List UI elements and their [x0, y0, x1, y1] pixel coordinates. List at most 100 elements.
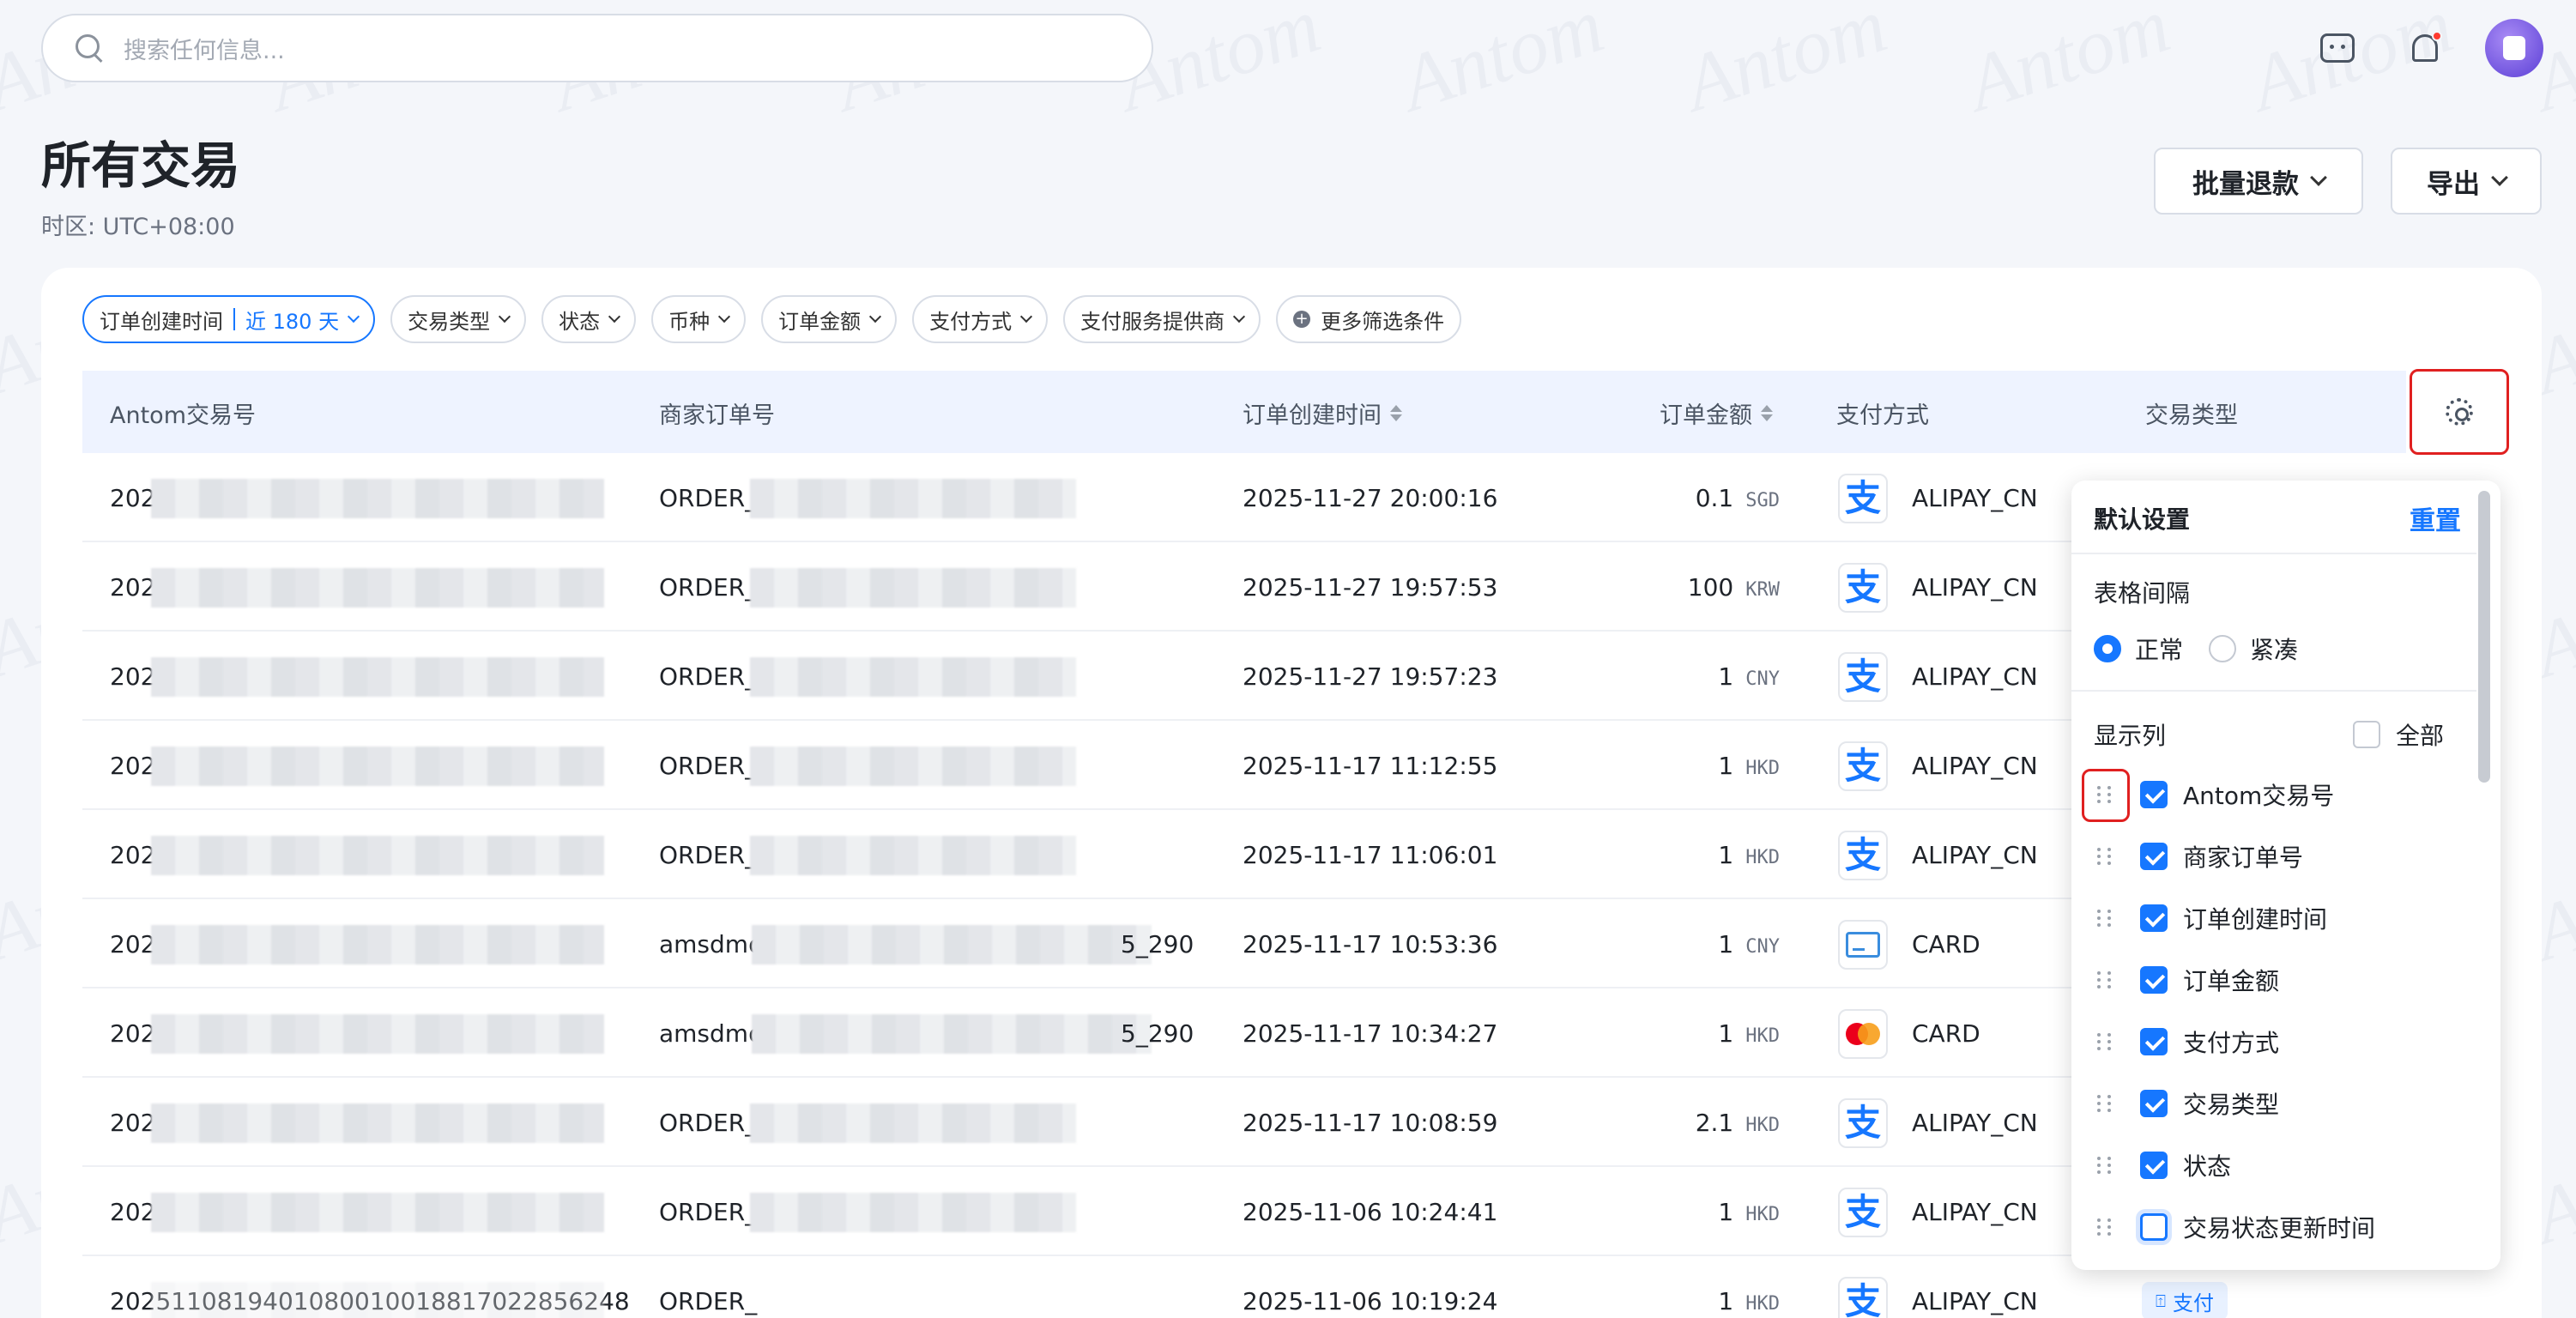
merchant-order-cell: ORDER_: [659, 573, 758, 602]
table-row[interactable]: 2025110819401080010018817022856248 ORDER_…: [82, 1256, 2406, 1318]
select-all-checkbox[interactable]: 全部: [2353, 717, 2444, 752]
column-toggle-item[interactable]: Antom交易号: [2083, 769, 2461, 820]
redacted-block: [151, 925, 604, 964]
column-header-created[interactable]: 订单创建时间: [1243, 396, 1402, 430]
more-filters-button[interactable]: + 更多筛选条件: [1276, 295, 1462, 343]
spacing-option-normal[interactable]: 正常: [2094, 632, 2183, 666]
reset-button[interactable]: 重置: [2410, 499, 2461, 537]
payment-method-cell: CARD: [1912, 1019, 1980, 1048]
payment-method-cell: ALIPAY_CN: [1912, 752, 2038, 780]
column-toggle-item[interactable]: 支付方式: [2083, 1016, 2461, 1067]
checkbox-icon[interactable]: [2140, 1213, 2168, 1241]
filter-payment-method[interactable]: 支付方式: [912, 295, 1049, 343]
table-row[interactable]: 202 ORDER_ 2025-11-17 11:12:55 1 HKD 支 ALIPAY_…: [82, 721, 2406, 810]
page-title: 所有交易: [41, 136, 241, 195]
txn-type-badge: ⍐ 支付: [2142, 1282, 2228, 1318]
search-input[interactable]: 搜索任何信息...: [41, 14, 1153, 82]
column-toggle-item[interactable]: 订单金额: [2083, 954, 2461, 1006]
merchant-order-cell: ORDER_: [659, 1287, 758, 1315]
alipay-icon: 支: [1838, 1188, 1888, 1237]
table-header: Antom交易号 商家订单号 订单创建时间 订单金额 支付方式 交易类型: [82, 371, 2406, 453]
panel-scrollbar[interactable]: [2478, 491, 2490, 783]
table-row[interactable]: 202 ORDER_ 2025-11-17 10:08:59 2.1 HKD 支 ALIPA…: [82, 1078, 2406, 1167]
filter-txn-type[interactable]: 交易类型: [390, 295, 527, 343]
watermark-logo: Antom: [1673, 0, 1897, 128]
merchant-order-cell: amsdmo: [659, 930, 764, 958]
redacted-block: [151, 479, 604, 518]
alipay-icon: 支: [1838, 741, 1888, 791]
table-row[interactable]: 202 amsdmo 5_290 2025-11-17 10:34:27 1 HKD CAR…: [82, 988, 2406, 1078]
spacing-option-compact[interactable]: 紧凑: [2209, 632, 2298, 666]
drag-handle-icon[interactable]: [2092, 1214, 2118, 1240]
search-icon: [74, 33, 105, 63]
notification-bell-icon[interactable]: [2396, 19, 2454, 77]
batch-refund-button[interactable]: 批量退款: [2154, 148, 2363, 215]
checkbox-icon: [2353, 721, 2380, 748]
column-toggle-label: 交易状态更新时间: [2183, 1214, 2376, 1242]
drag-handle-icon[interactable]: [2092, 1029, 2118, 1055]
redacted-block: [151, 1014, 604, 1054]
spacing-label: 表格间隔: [2094, 579, 2191, 608]
table-row[interactable]: 202 ORDER_ 2025-11-27 19:57:23 1 CNY 支 ALIPAY_…: [82, 632, 2406, 721]
filter-psp[interactable]: 支付服务提供商: [1063, 295, 1261, 343]
table-row[interactable]: 202 ORDER_ 2025-11-27 19:57:53 100 KRW 支 ALIPA…: [82, 542, 2406, 632]
timezone-label: 时区: UTC+08:00: [41, 214, 235, 240]
checkbox-icon[interactable]: [2140, 1152, 2168, 1179]
checkbox-icon[interactable]: [2140, 904, 2168, 932]
alipay-icon: 支: [1838, 474, 1888, 523]
checkbox-icon[interactable]: [2140, 1028, 2168, 1055]
amount-cell: 1 CNY: [1718, 930, 1780, 958]
export-button[interactable]: 导出: [2391, 148, 2542, 215]
table-row[interactable]: 202 ORDER_ 2025-11-17 11:06:01 1 HKD 支 ALIPAY_…: [82, 810, 2406, 899]
chevron-down-icon: [718, 310, 731, 323]
filter-status[interactable]: 状态: [541, 295, 637, 343]
merchant-order-cell: ORDER_: [659, 1109, 758, 1137]
column-toggle-item[interactable]: 交易类型: [2083, 1078, 2461, 1129]
drag-handle-icon[interactable]: [2092, 967, 2118, 993]
column-header-amount[interactable]: 订单金额: [1660, 396, 1773, 430]
drag-handle-icon[interactable]: [2092, 905, 2118, 931]
table-row[interactable]: 202 ORDER_ 2025-11-06 10:24:41 1 HKD 支 ALIPAY_…: [82, 1167, 2406, 1256]
table-row[interactable]: 202 amsdmo 5_290 2025-11-17 10:53:36 1 CNY CAR…: [82, 899, 2406, 988]
notification-dot: [2432, 31, 2442, 41]
drag-handle-highlight: [2082, 769, 2130, 822]
checkbox-icon[interactable]: [2140, 781, 2168, 808]
txn-id-cell: 202: [110, 484, 156, 512]
checkbox-icon[interactable]: [2140, 966, 2168, 994]
drag-handle-icon[interactable]: [2092, 843, 2118, 869]
payment-method-cell: ALIPAY_CN: [1912, 1198, 2038, 1226]
filter-amount[interactable]: 订单金额: [761, 295, 898, 343]
column-toggle-item[interactable]: 商家订单号: [2083, 831, 2461, 882]
merchant-order-cell: amsdmo: [659, 1019, 764, 1048]
column-toggle-item[interactable]: 状态: [2083, 1140, 2461, 1191]
radio-selected-icon: [2094, 635, 2121, 662]
payment-method-cell: ALIPAY_CN: [1912, 1287, 2038, 1315]
filter-created-time[interactable]: 订单创建时间 近 180 天: [82, 295, 376, 343]
chat-icon[interactable]: [2308, 19, 2367, 77]
drag-handle-icon[interactable]: [2092, 1091, 2118, 1116]
column-toggle-item[interactable]: 交易状态更新时间: [2083, 1201, 2461, 1253]
payment-method-cell: ALIPAY_CN: [1912, 841, 2038, 869]
sort-icon[interactable]: [1390, 405, 1402, 421]
column-toggle-item[interactable]: 订单创建时间: [2083, 892, 2461, 944]
drag-handle-icon[interactable]: [2092, 1152, 2118, 1178]
alipay-icon: 支: [1838, 831, 1888, 880]
redacted-block: [750, 1103, 1076, 1143]
txn-id-cell: 202: [110, 841, 156, 869]
filter-created-value: 近 180 天: [245, 309, 340, 334]
checkbox-icon[interactable]: [2140, 843, 2168, 870]
avatar[interactable]: [2485, 19, 2543, 77]
redacted-block: [752, 1014, 1152, 1054]
checkbox-icon[interactable]: [2140, 1090, 2168, 1117]
redacted-block: [151, 747, 604, 786]
sort-icon[interactable]: [1761, 405, 1773, 421]
filter-currency[interactable]: 币种: [651, 295, 747, 343]
txn-id-cell: 202: [110, 1109, 156, 1137]
watermark-logo: Antom: [1390, 0, 1614, 128]
column-settings-button[interactable]: [2410, 369, 2509, 455]
created-time-cell: 2025-11-27 19:57:53: [1243, 573, 1498, 602]
amount-cell: 1 HKD: [1718, 752, 1780, 780]
merchant-order-suffix: 5_290: [1121, 930, 1194, 958]
created-time-cell: 2025-11-06 10:19:24: [1243, 1287, 1498, 1315]
table-row[interactable]: 202 ORDER_ 2025-11-27 20:00:16 0.1 SGD 支 ALIPA…: [82, 453, 2406, 542]
